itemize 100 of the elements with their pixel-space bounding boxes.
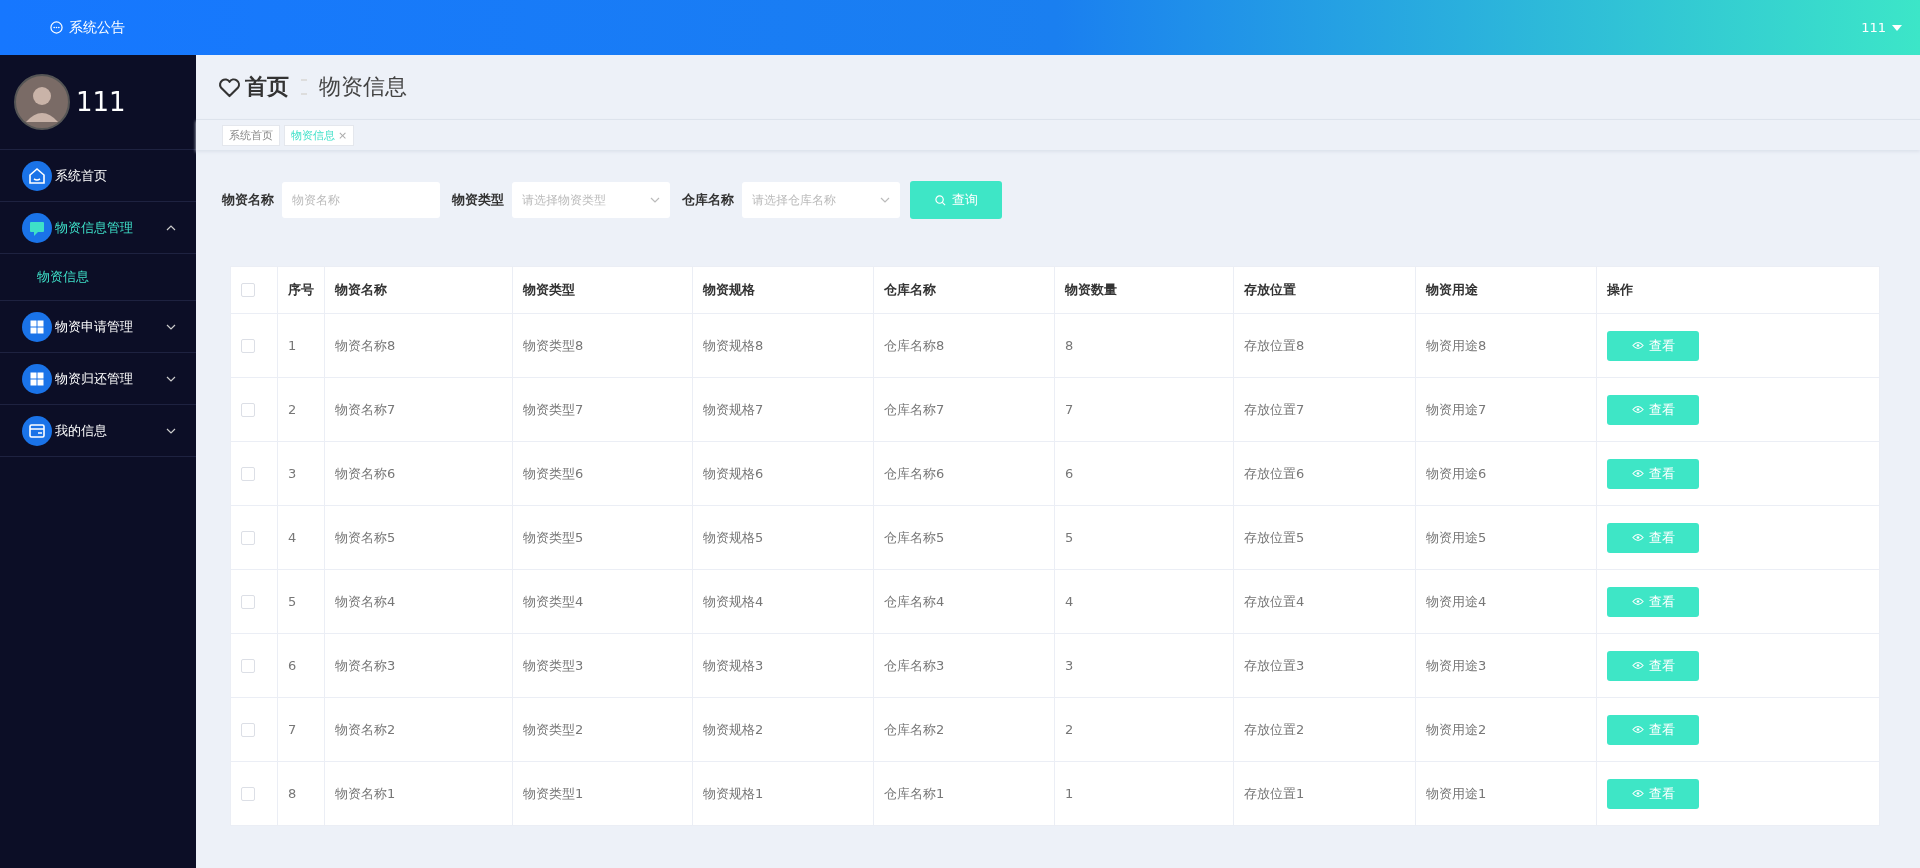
table-cell: 物资名称6: [325, 442, 513, 505]
checkbox[interactable]: [241, 594, 255, 609]
menu-label: 我的信息: [55, 421, 108, 440]
caret-icon: [1892, 24, 1902, 31]
table-cell: 1: [1055, 762, 1234, 825]
view-button[interactable]: 查看: [1607, 330, 1699, 361]
menu-item[interactable]: 物资申请管理: [0, 301, 196, 353]
table-cell: 物资规格7: [693, 378, 874, 441]
view-button[interactable]: 查看: [1607, 714, 1699, 745]
checkbox[interactable]: [241, 283, 255, 297]
table-cell: 物资名称1: [325, 762, 513, 825]
table-cell: 存放位置4: [1234, 570, 1416, 633]
checkbox[interactable]: [241, 530, 255, 545]
submenu-item[interactable]: 物资信息: [0, 254, 196, 301]
table-cell: 物资类型6: [513, 442, 693, 505]
view-button[interactable]: 查看: [1607, 458, 1699, 489]
table-cell: 仓库名称3: [874, 634, 1055, 697]
chevron-icon: [166, 375, 176, 382]
table-cell: 仓库名称7: [874, 378, 1055, 441]
menu-label: 物资申请管理: [55, 317, 134, 336]
view-button[interactable]: 查看: [1607, 522, 1699, 553]
menu-item[interactable]: 物资归还管理: [0, 353, 196, 405]
search-button[interactable]: 查询: [910, 181, 1002, 219]
eye-icon: [1631, 405, 1644, 414]
column-header: 操作: [1606, 281, 1634, 299]
user-name: 111: [76, 87, 126, 117]
filter-label: 物资名称: [222, 191, 274, 209]
view-button[interactable]: 查看: [1607, 778, 1699, 809]
table-cell: 4: [1055, 570, 1234, 633]
menu-item[interactable]: 我的信息: [0, 405, 196, 457]
table-cell: 物资规格8: [693, 314, 874, 377]
checkbox[interactable]: [241, 466, 255, 481]
column-header: 物资名称: [325, 267, 513, 313]
notice-link[interactable]: 系统公告: [50, 18, 125, 37]
table-cell: 物资名称3: [325, 634, 513, 697]
menu-label: 系统首页: [55, 166, 108, 185]
view-button[interactable]: 查看: [1607, 394, 1699, 425]
menu-label: 物资归还管理: [55, 369, 134, 388]
select-field[interactable]: 请选择物资类型: [512, 182, 670, 218]
menu-icon: [22, 160, 52, 191]
view-button[interactable]: 查看: [1607, 586, 1699, 617]
table-cell: 2: [1055, 698, 1234, 761]
table-cell: 物资用途7: [1416, 378, 1597, 441]
table-cell: 存放位置8: [1234, 314, 1416, 377]
tab-label: 系统首页: [229, 128, 273, 142]
checkbox[interactable]: [241, 722, 255, 737]
menu-icon: [22, 212, 52, 243]
breadcrumb-current: 物资信息: [319, 73, 407, 101]
table-cell: 仓库名称8: [874, 314, 1055, 377]
table-cell: 物资规格3: [693, 634, 874, 697]
tab[interactable]: 物资信息 ×: [284, 124, 355, 146]
table-cell: 5: [1055, 506, 1234, 569]
menu-item[interactable]: 物资信息管理: [0, 202, 196, 254]
eye-icon: [1631, 661, 1644, 670]
table-cell: 仓库名称4: [874, 570, 1055, 633]
table-cell: 2: [278, 378, 325, 441]
table-cell: 物资类型8: [513, 314, 693, 377]
table-cell: 物资规格6: [693, 442, 874, 505]
select-field[interactable]: 请选择仓库名称: [742, 182, 900, 218]
table-cell: 7: [278, 698, 325, 761]
checkbox[interactable]: [241, 658, 255, 673]
table-cell: 物资名称2: [325, 698, 513, 761]
checkbox[interactable]: [241, 338, 255, 353]
avatar-icon: [14, 74, 70, 130]
table-cell: 存放位置2: [1234, 698, 1416, 761]
menu-icon: [22, 311, 52, 342]
table-cell: 物资类型3: [513, 634, 693, 697]
table-cell: 物资名称5: [325, 506, 513, 569]
table-cell: 5: [278, 570, 325, 633]
column-header: 存放位置: [1234, 267, 1416, 313]
chevron-icon: [166, 427, 176, 434]
tab[interactable]: 系统首页: [222, 124, 280, 146]
checkbox[interactable]: [241, 786, 255, 801]
table-cell: 物资类型1: [513, 762, 693, 825]
eye-icon: [1631, 533, 1644, 542]
chat-icon: [50, 21, 63, 34]
column-header: 物资数量: [1055, 267, 1234, 313]
table-cell: 8: [1055, 314, 1234, 377]
view-button[interactable]: 查看: [1607, 650, 1699, 681]
eye-icon: [1631, 597, 1644, 606]
chevron-icon: [166, 323, 176, 330]
user-menu[interactable]: 111: [1861, 20, 1902, 35]
table-cell: 物资用途5: [1416, 506, 1597, 569]
user-name: 111: [1861, 20, 1886, 35]
column-header: 序号: [278, 267, 325, 313]
menu-label: 物资信息管理: [55, 218, 134, 237]
table-cell: 物资用途1: [1416, 762, 1597, 825]
close-icon[interactable]: ×: [338, 128, 348, 142]
input-field[interactable]: 物资名称: [282, 182, 440, 218]
table-cell: 仓库名称5: [874, 506, 1055, 569]
table-cell: 存放位置7: [1234, 378, 1416, 441]
column-header: 仓库名称: [874, 267, 1055, 313]
menu-item[interactable]: 系统首页: [0, 150, 196, 202]
checkbox[interactable]: [241, 402, 255, 417]
breadcrumb-home[interactable]: 首页: [245, 72, 289, 102]
chevron-icon: [650, 197, 660, 203]
table-cell: 物资规格1: [693, 762, 874, 825]
table-cell: 6: [278, 634, 325, 697]
table-cell: 物资类型2: [513, 698, 693, 761]
eye-icon: [1631, 469, 1644, 478]
